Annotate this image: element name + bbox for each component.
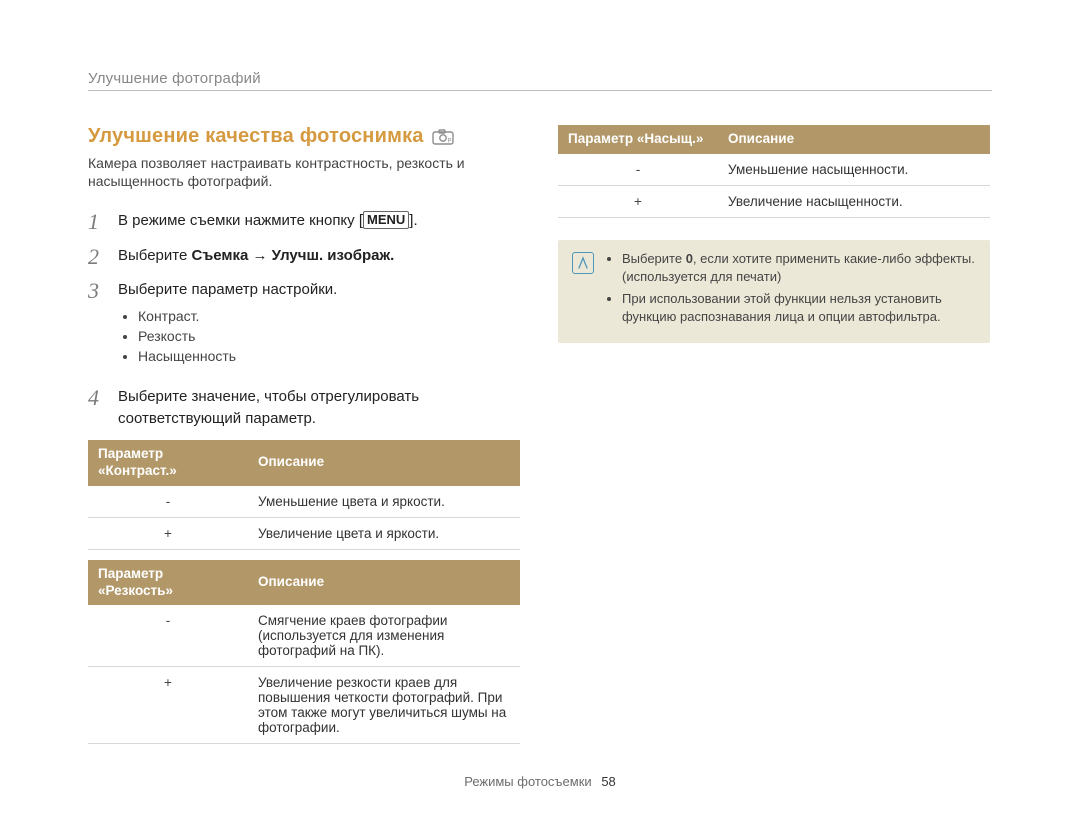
step-number: 2 xyxy=(88,245,104,269)
step-2: 2 Выберите Съемка → Улучш. изображ. xyxy=(88,245,520,269)
desc-cell: Уменьшение цвета и яркости. xyxy=(248,486,520,518)
table-header: Параметр «Насыщ.» xyxy=(558,125,718,154)
saturation-table: Параметр «Насыщ.» Описание - Уменьшение … xyxy=(558,125,990,218)
menu-button-label: MENU xyxy=(363,211,409,229)
steps-list: 1 В режиме съемки нажмите кнопку [MENU].… xyxy=(88,210,520,430)
table-header: Параметр «Резкость» xyxy=(88,560,248,606)
sublist-item: Контраст. xyxy=(138,306,520,326)
table-header-row: Параметр «Резкость» Описание xyxy=(88,560,520,606)
desc-cell: Увеличение цвета и яркости. xyxy=(248,517,520,549)
note-list: Выберите 0, если хотите применить какие-… xyxy=(606,250,976,331)
info-icon xyxy=(572,252,594,274)
note-box: Выберите 0, если хотите применить какие-… xyxy=(558,240,990,343)
note-item: Выберите 0, если хотите применить какие-… xyxy=(622,250,976,286)
desc-cell: Уменьшение насыщенности. xyxy=(718,154,990,186)
param-cell: - xyxy=(88,605,248,667)
right-column: Параметр «Насыщ.» Описание - Уменьшение … xyxy=(558,125,990,744)
table-header: Описание xyxy=(718,125,990,154)
desc-cell: Увеличение резкости краев для повышения … xyxy=(248,667,520,744)
note-item: При использовании этой функции нельзя ус… xyxy=(622,290,976,326)
step-1: 1 В режиме съемки нажмите кнопку [MENU]. xyxy=(88,210,520,234)
header-divider xyxy=(88,90,992,91)
table-row: - Уменьшение насыщенности. xyxy=(558,154,990,186)
step-body: В режиме съемки нажмите кнопку [MENU]. xyxy=(118,210,520,234)
camera-mode-icon: P xyxy=(432,129,454,145)
sharpness-table: Параметр «Резкость» Описание - Смягчение… xyxy=(88,560,520,745)
table-row: - Смягчение краев фотографии (использует… xyxy=(88,605,520,667)
step-body: Выберите значение, чтобы отрегулировать … xyxy=(118,386,520,430)
page-number: 58 xyxy=(601,774,615,789)
table-row: + Увеличение резкости краев для повышени… xyxy=(88,667,520,744)
table-header: Параметр «Контраст.» xyxy=(88,440,248,486)
step-number: 3 xyxy=(88,279,104,377)
step-text: В режиме съемки нажмите кнопку [ xyxy=(118,212,363,229)
step-3: 3 Выберите параметр настройки. Контраст.… xyxy=(88,279,520,377)
table-header: Описание xyxy=(248,560,520,606)
step-text: Выберите xyxy=(118,247,191,264)
intro-text: Камера позволяет настраивать контрастнос… xyxy=(88,154,520,190)
note-icon xyxy=(572,250,594,331)
step-number: 4 xyxy=(88,386,104,430)
table-row: - Уменьшение цвета и яркости. xyxy=(88,486,520,518)
table-header: Описание xyxy=(248,440,520,486)
sublist-item: Резкость xyxy=(138,326,520,346)
footer-label: Режимы фотосъемки xyxy=(464,774,591,789)
breadcrumb: Улучшение фотографий xyxy=(88,70,992,87)
svg-text:P: P xyxy=(447,138,451,144)
step-text: ]. xyxy=(409,212,417,229)
desc-cell: Увеличение насыщенности. xyxy=(718,185,990,217)
section-heading: Улучшение качества фотоснимка P xyxy=(88,125,520,148)
step-text: Выберите значение, чтобы отрегулировать … xyxy=(118,388,419,427)
desc-cell: Смягчение краев фотографии (используется… xyxy=(248,605,520,667)
contrast-table: Параметр «Контраст.» Описание - Уменьшен… xyxy=(88,440,520,550)
param-cell: + xyxy=(558,185,718,217)
step-bold: Съемка → Улучш. изображ. xyxy=(191,247,394,264)
page-footer: Режимы фотосъемки 58 xyxy=(0,774,1080,789)
step-sublist: Контраст. Резкость Насыщенность xyxy=(118,306,520,367)
left-column: Улучшение качества фотоснимка P Камера п… xyxy=(88,125,520,744)
table-header-row: Параметр «Контраст.» Описание xyxy=(88,440,520,486)
step-body: Выберите параметр настройки. Контраст. Р… xyxy=(118,279,520,377)
param-cell: - xyxy=(88,486,248,518)
param-cell: + xyxy=(88,517,248,549)
param-cell: + xyxy=(88,667,248,744)
table-row: + Увеличение насыщенности. xyxy=(558,185,990,217)
step-4: 4 Выберите значение, чтобы отрегулироват… xyxy=(88,386,520,430)
step-text: Выберите параметр настройки. xyxy=(118,281,337,298)
step-number: 1 xyxy=(88,210,104,234)
two-column-layout: Улучшение качества фотоснимка P Камера п… xyxy=(88,125,992,744)
table-header-row: Параметр «Насыщ.» Описание xyxy=(558,125,990,154)
page-header: Улучшение фотографий xyxy=(88,70,992,91)
section-title: Улучшение качества фотоснимка xyxy=(88,125,424,148)
param-cell: - xyxy=(558,154,718,186)
table-row: + Увеличение цвета и яркости. xyxy=(88,517,520,549)
step-body: Выберите Съемка → Улучш. изображ. xyxy=(118,245,520,269)
note-text: Выберите xyxy=(622,251,686,266)
sublist-item: Насыщенность xyxy=(138,346,520,366)
page: Улучшение фотографий Улучшение качества … xyxy=(0,0,1080,815)
note-bold: 0 xyxy=(686,251,693,266)
